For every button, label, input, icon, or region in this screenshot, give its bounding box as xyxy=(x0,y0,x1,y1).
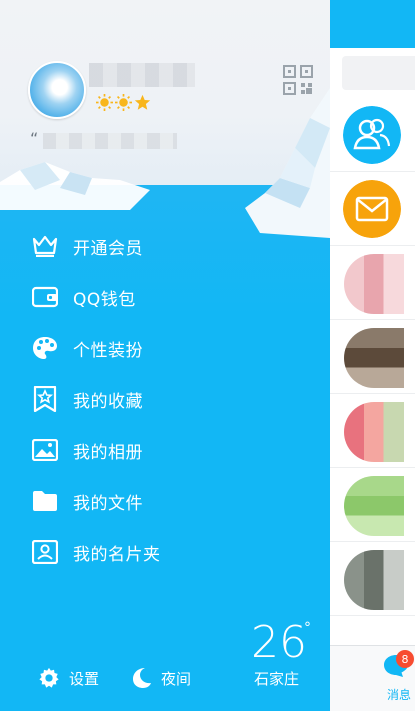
sun-level-icon xyxy=(96,94,113,111)
user-avatar[interactable] xyxy=(28,61,86,119)
menu-item-label: QQ钱包 xyxy=(73,289,136,310)
wallet-icon xyxy=(31,283,59,311)
side-drawer: “ 开通会员 QQ钱包 个性装扮 我的收藏 我的相册 我的文件 我的名片夹 26… xyxy=(0,0,330,711)
menu-item-label: 个性装扮 xyxy=(73,340,143,361)
drawer-footer: 设置 夜间 xyxy=(0,650,330,706)
menu-item-album[interactable]: 我的相册 xyxy=(0,426,330,474)
photo-album-icon xyxy=(31,436,59,464)
menu-item-label: 我的文件 xyxy=(73,493,143,514)
night-mode-label: 夜间 xyxy=(161,669,192,688)
menu-item-files[interactable]: 我的文件 xyxy=(0,477,330,525)
menu-item-cards[interactable]: 我的名片夹 xyxy=(0,528,330,576)
settings-label: 设置 xyxy=(69,669,100,688)
menu-item-label: 我的名片夹 xyxy=(73,544,161,565)
avatar-blurred xyxy=(344,328,404,388)
crown-icon xyxy=(31,232,59,260)
sun-level-icon xyxy=(115,94,132,111)
list-item[interactable] xyxy=(330,98,415,172)
avatar-blurred xyxy=(344,402,404,462)
card-holder-icon xyxy=(31,538,59,566)
menu-item-vip[interactable]: 开通会员 xyxy=(0,222,330,270)
nickname-blurred[interactable] xyxy=(89,63,195,87)
menu-item-label: 我的相册 xyxy=(73,442,143,463)
menu-item-favorites[interactable]: 我的收藏 xyxy=(0,375,330,423)
list-item[interactable] xyxy=(330,394,415,468)
search-input[interactable] xyxy=(342,56,415,90)
avatar-blurred xyxy=(344,476,404,536)
night-mode-button[interactable]: 夜间 xyxy=(132,666,191,690)
menu-item-wallet[interactable]: QQ钱包 xyxy=(0,273,330,321)
star-level-icon xyxy=(134,94,151,110)
contacts-icon xyxy=(343,106,401,164)
main-header-bar xyxy=(330,0,415,48)
level-badges[interactable] xyxy=(96,94,151,112)
menu-item-label: 我的收藏 xyxy=(73,391,143,412)
avatar-blurred xyxy=(344,550,404,610)
list-item[interactable] xyxy=(330,468,415,542)
list-item[interactable] xyxy=(330,172,415,246)
list-item[interactable] xyxy=(330,320,415,394)
iceberg-right-decoration xyxy=(245,88,330,238)
main-list-peek[interactable]: 8 消息 xyxy=(330,0,415,711)
moon-icon xyxy=(133,668,151,688)
menu-item-label: 开通会员 xyxy=(73,238,143,259)
list-item[interactable] xyxy=(330,542,415,616)
qr-code-icon[interactable] xyxy=(282,64,314,96)
star-bookmark-icon xyxy=(31,385,59,413)
settings-button[interactable]: 设置 xyxy=(38,666,99,690)
mail-icon xyxy=(343,180,401,238)
folder-icon xyxy=(31,487,59,515)
bottom-tab-bar: 8 消息 xyxy=(330,645,415,711)
unread-badge: 8 xyxy=(396,650,414,668)
signature-quote-mark: “ xyxy=(30,129,39,148)
menu-item-personalize[interactable]: 个性装扮 xyxy=(0,324,330,372)
tab-messages-label[interactable]: 消息 xyxy=(387,686,411,703)
avatar-blurred xyxy=(344,254,404,314)
degree-symbol: ° xyxy=(304,620,311,636)
palette-icon xyxy=(31,334,59,362)
gear-icon xyxy=(39,667,59,688)
list-item[interactable] xyxy=(330,246,415,320)
signature-blurred[interactable] xyxy=(43,133,177,149)
